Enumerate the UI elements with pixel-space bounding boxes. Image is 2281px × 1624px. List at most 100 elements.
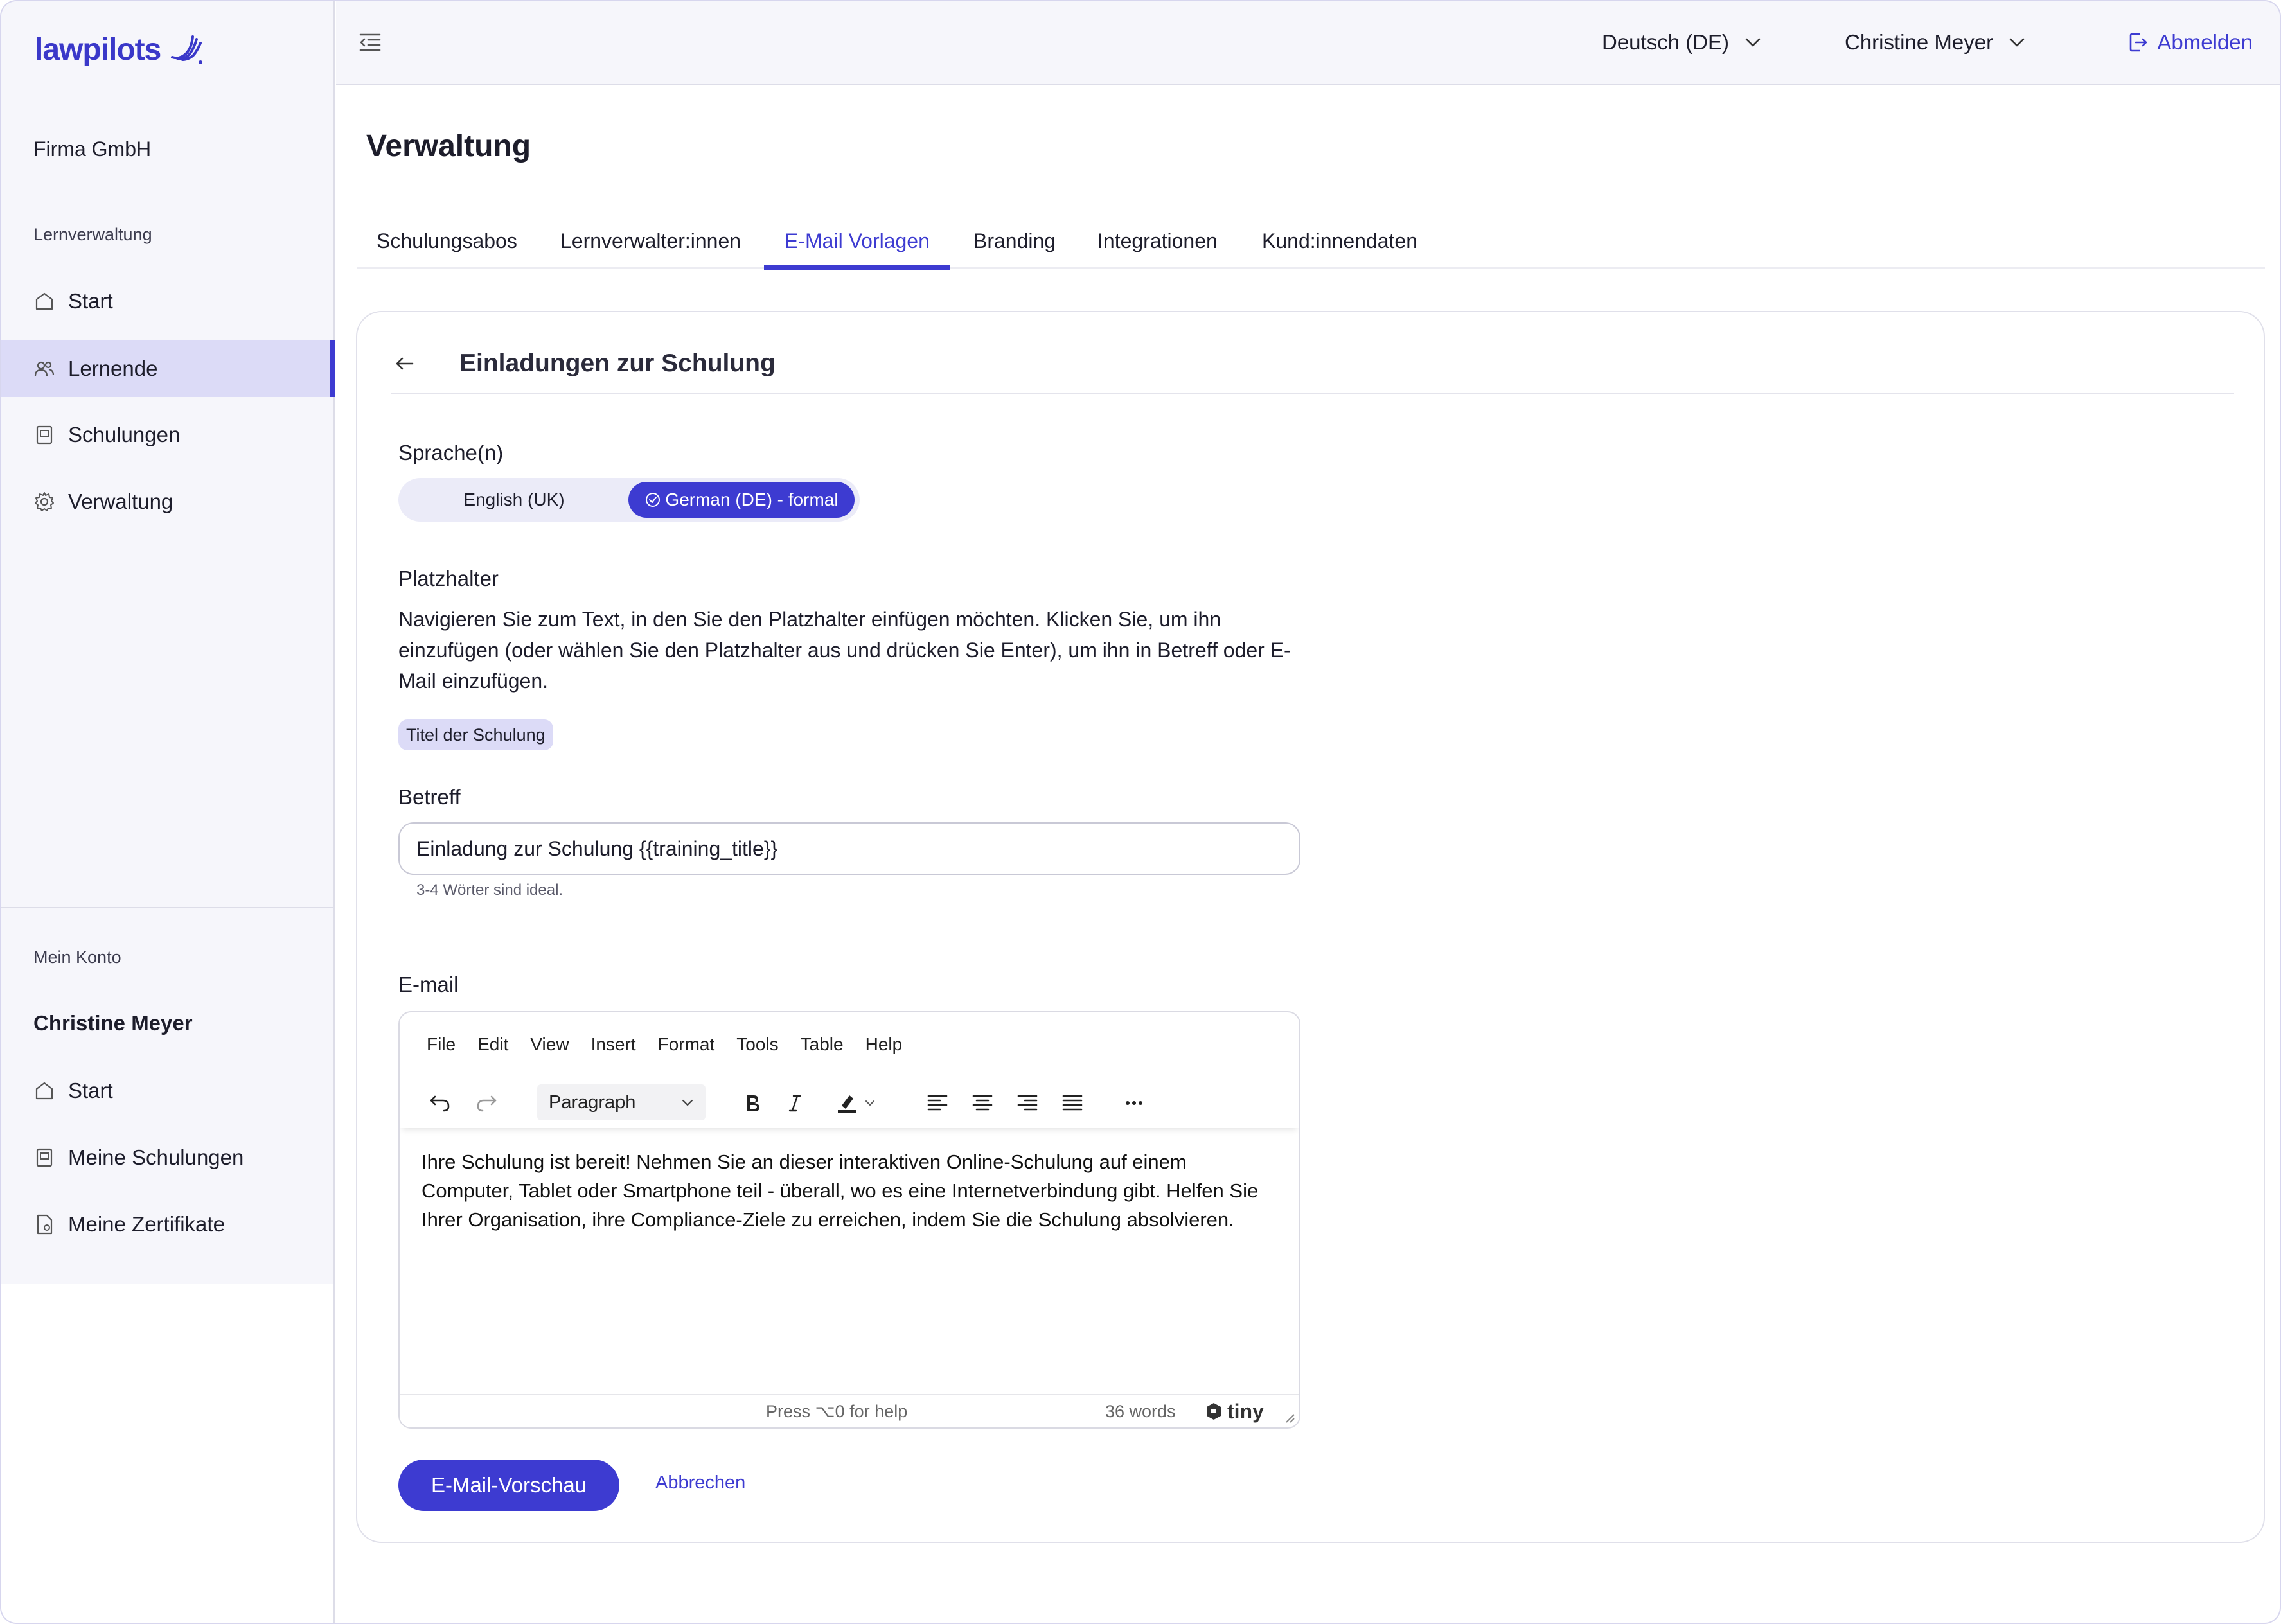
- sidebar: lawpilots Firma GmbH Lernverwaltung Star…: [1, 1, 335, 1284]
- home-icon: [33, 1080, 55, 1102]
- editor-menubar: File Edit View Insert Format Tools Table…: [400, 1012, 1299, 1077]
- sidebar-item-label: Meine Zertifikate: [68, 1212, 225, 1236]
- tiny-logo-text: tiny: [1227, 1399, 1264, 1423]
- menu-edit[interactable]: Edit: [477, 1034, 508, 1055]
- sidebar-item-meine-zertifikate[interactable]: Meine Zertifikate: [1, 1196, 335, 1253]
- card-header: Einladungen zur Schulung: [391, 343, 2234, 394]
- logout-icon: [2130, 33, 2147, 52]
- tiny-logo-icon: [1207, 1403, 1221, 1420]
- editor-statusbar: Press ⌥0 for help 36 words tiny: [400, 1394, 1299, 1427]
- book-icon: [33, 424, 55, 446]
- sidebar-item-label: Start: [68, 289, 113, 313]
- menu-insert[interactable]: Insert: [591, 1034, 636, 1055]
- languages-label: Sprache(n): [398, 441, 504, 464]
- redo-icon[interactable]: [469, 1086, 504, 1120]
- logo-mark-icon: [171, 35, 203, 64]
- organization-name: Firma GmbH: [33, 137, 152, 161]
- chevron-down-icon: [1745, 38, 1761, 47]
- sidebar-item-label: Lernende: [68, 357, 158, 380]
- subject-label: Betreff: [398, 785, 461, 809]
- cancel-button[interactable]: Abbrechen: [655, 1472, 745, 1494]
- back-arrow-icon[interactable]: [391, 349, 419, 378]
- logo-text: lawpilots: [35, 32, 161, 67]
- menu-table[interactable]: Table: [801, 1034, 844, 1055]
- email-label: E-mail: [398, 973, 459, 996]
- tab-email-vorlagen[interactable]: E-Mail Vorlagen: [764, 213, 950, 270]
- users-icon: [33, 358, 55, 380]
- sidebar-item-label: Schulungen: [68, 423, 181, 446]
- page-title: Verwaltung: [366, 129, 531, 163]
- sidebar-item-lernende[interactable]: Lernende: [1, 340, 335, 397]
- language-dropdown-label: Deutsch (DE): [1602, 30, 1730, 54]
- sidebar-item-label: Verwaltung: [68, 490, 173, 513]
- certificate-icon: [33, 1214, 55, 1235]
- user-dropdown-label: Christine Meyer: [1845, 30, 1994, 54]
- block-format-select[interactable]: Paragraph: [537, 1084, 706, 1120]
- section-label-lernverwaltung: Lernverwaltung: [33, 225, 152, 244]
- subject-input[interactable]: [398, 822, 1300, 875]
- align-center-icon[interactable]: [965, 1086, 1000, 1120]
- more-options-icon[interactable]: [1117, 1086, 1151, 1120]
- placeholder-label: Platzhalter: [398, 567, 499, 590]
- tab-schulungsabos[interactable]: Schulungsabos: [377, 213, 517, 269]
- app-logo[interactable]: lawpilots: [35, 27, 203, 72]
- editor-help-hint: Press ⌥0 for help: [766, 1401, 908, 1421]
- menu-file[interactable]: File: [427, 1034, 456, 1055]
- sidebar-divider: [1, 907, 335, 908]
- logout-button[interactable]: Abmelden: [2127, 24, 2253, 60]
- account-name: Christine Meyer: [33, 1011, 193, 1035]
- sidebar-item-label: Start: [68, 1079, 113, 1102]
- tab-lernverwalter[interactable]: Lernverwalter:innen: [560, 213, 741, 269]
- italic-icon[interactable]: [777, 1086, 812, 1120]
- editor-content[interactable]: Ihre Schulung ist bereit! Nehmen Sie an …: [400, 1128, 1299, 1379]
- tab-kundinnendaten[interactable]: Kund:innendaten: [1262, 213, 1417, 269]
- section-label-mein-konto: Mein Konto: [33, 948, 121, 967]
- language-option-german[interactable]: German (DE) - formal: [628, 482, 855, 518]
- placeholder-chip-training-title[interactable]: Titel der Schulung: [398, 719, 553, 750]
- highlight-color-icon[interactable]: [826, 1086, 884, 1120]
- collapse-sidebar-icon[interactable]: [355, 28, 385, 58]
- undo-icon[interactable]: [423, 1086, 457, 1120]
- chevron-down-icon: [865, 1100, 874, 1106]
- sidebar-item-start[interactable]: Start: [1, 273, 335, 330]
- tiny-logo[interactable]: tiny: [1204, 1400, 1264, 1424]
- word-count[interactable]: 36 words: [1105, 1402, 1176, 1422]
- language-option-label: English (UK): [463, 490, 565, 509]
- editor-toolbar: Paragraph: [400, 1077, 1299, 1128]
- placeholder-help-text: Navigieren Sie zum Text, in den Sie den …: [398, 608, 1291, 693]
- menu-help[interactable]: Help: [865, 1034, 903, 1055]
- logout-label: Abmelden: [2157, 30, 2253, 54]
- chevron-down-icon: [2009, 38, 2025, 47]
- sidebar-item-label: Meine Schulungen: [68, 1145, 244, 1169]
- align-left-icon[interactable]: [920, 1086, 955, 1120]
- resize-handle-icon[interactable]: [1283, 1411, 1295, 1424]
- card-title: Einladungen zur Schulung: [459, 349, 776, 377]
- sidebar-item-meine-schulungen[interactable]: Meine Schulungen: [1, 1129, 335, 1186]
- tab-integrationen[interactable]: Integrationen: [1097, 213, 1218, 269]
- tab-branding[interactable]: Branding: [973, 213, 1056, 269]
- email-preview-button[interactable]: E-Mail-Vorschau: [398, 1460, 619, 1511]
- language-option-english[interactable]: English (UK): [405, 482, 623, 518]
- align-justify-icon[interactable]: [1055, 1086, 1090, 1120]
- subject-hint: 3-4 Wörter sind ideal.: [416, 881, 564, 899]
- align-right-icon[interactable]: [1010, 1086, 1045, 1120]
- sidebar-item-schulungen[interactable]: Schulungen: [1, 407, 335, 463]
- sidebar-item-account-start[interactable]: Start: [1, 1063, 335, 1119]
- menu-view[interactable]: View: [530, 1034, 569, 1055]
- bold-icon[interactable]: [735, 1086, 770, 1120]
- sidebar-item-verwaltung[interactable]: Verwaltung: [1, 473, 335, 530]
- menu-tools[interactable]: Tools: [736, 1034, 778, 1055]
- block-format-value: Paragraph: [549, 1091, 636, 1113]
- email-editor: File Edit View Insert Format Tools Table…: [398, 1011, 1300, 1429]
- user-dropdown[interactable]: Christine Meyer: [1845, 24, 2027, 60]
- language-option-label: German (DE) - formal: [665, 490, 839, 509]
- book-icon: [33, 1147, 55, 1169]
- chevron-down-icon: [682, 1099, 693, 1106]
- language-switch: English (UK) German (DE) - formal: [398, 478, 860, 522]
- check-circle-icon: [646, 493, 661, 507]
- gear-icon: [33, 491, 55, 513]
- language-dropdown[interactable]: Deutsch (DE): [1602, 24, 1762, 60]
- top-bar: Deutsch (DE) Christine Meyer Abmelden: [336, 1, 2280, 85]
- menu-format[interactable]: Format: [658, 1034, 715, 1055]
- home-icon: [33, 290, 55, 312]
